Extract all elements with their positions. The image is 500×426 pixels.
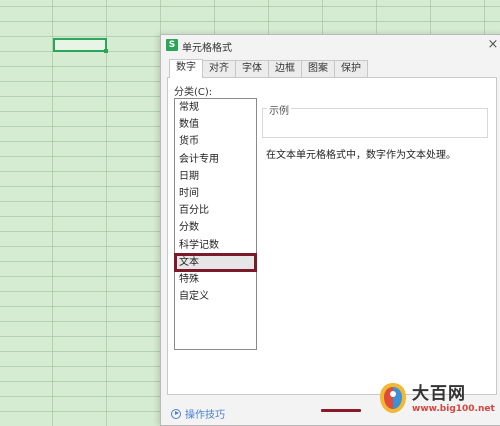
close-icon[interactable]: × <box>486 38 500 52</box>
watermark-name: 大百网 <box>412 384 466 404</box>
tab-alignment[interactable]: 对齐 <box>202 60 236 77</box>
sample-label: 示例 <box>267 102 291 117</box>
watermark-url: www.big100.net <box>412 404 495 414</box>
tips-link-label: 操作技巧 <box>185 410 225 421</box>
category-item-number[interactable]: 数值 <box>175 116 256 133</box>
tips-link[interactable]: 操作技巧 <box>171 406 225 421</box>
tab-font[interactable]: 字体 <box>235 60 269 77</box>
category-item-time[interactable]: 时间 <box>175 185 256 202</box>
fill-handle[interactable] <box>104 49 108 53</box>
annotation-arrow <box>321 409 361 412</box>
big100-logo-icon <box>380 383 406 413</box>
category-item-accounting[interactable]: 会计专用 <box>175 151 256 168</box>
category-item-general[interactable]: 常规 <box>175 99 256 116</box>
tab-number[interactable]: 数字 <box>169 59 203 78</box>
wps-spreadsheet-icon: S <box>166 39 178 51</box>
format-cells-dialog: S 单元格格式 × 数字 对齐 字体 边框 图案 保护 分类(C): 常规 数值… <box>160 34 500 426</box>
category-item-fraction[interactable]: 分数 <box>175 219 256 236</box>
category-label: 分类(C): <box>174 87 213 98</box>
category-item-date[interactable]: 日期 <box>175 168 256 185</box>
tab-border[interactable]: 边框 <box>268 60 302 77</box>
play-circle-icon <box>171 408 181 419</box>
dialog-title: 单元格格式 <box>182 43 232 54</box>
tab-bar: 数字 对齐 字体 边框 图案 保护 <box>169 59 368 78</box>
tab-pattern[interactable]: 图案 <box>301 60 335 77</box>
category-item-custom[interactable]: 自定义 <box>175 288 256 305</box>
category-list[interactable]: 常规 数值 货币 会计专用 日期 时间 百分比 分数 科学记数 文本 特殊 自定… <box>174 98 257 350</box>
category-item-percentage[interactable]: 百分比 <box>175 202 256 219</box>
category-item-text[interactable]: 文本 <box>174 252 257 272</box>
watermark: 大百网 www.big100.net <box>412 379 500 414</box>
number-tab-panel: 分类(C): 常规 数值 货币 会计专用 日期 时间 百分比 分数 科学记数 文… <box>167 77 497 395</box>
category-item-currency[interactable]: 货币 <box>175 133 256 150</box>
category-item-scientific[interactable]: 科学记数 <box>175 237 256 254</box>
format-description: 在文本单元格格式中，数字作为文本处理。 <box>266 150 456 161</box>
tab-protection[interactable]: 保护 <box>334 60 368 77</box>
sample-group: 示例 <box>262 102 488 138</box>
active-cell[interactable] <box>53 38 108 53</box>
category-item-special[interactable]: 特殊 <box>175 271 256 288</box>
dialog-titlebar[interactable]: S 单元格格式 × <box>161 35 500 57</box>
